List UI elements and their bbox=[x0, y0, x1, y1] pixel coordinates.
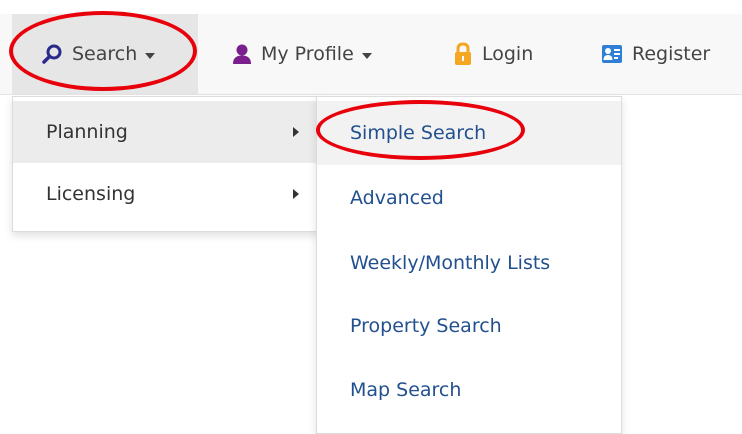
menu-item-licensing-label: Licensing bbox=[46, 183, 136, 205]
submenu-item-weekly-monthly-lists-label: Weekly/Monthly Lists bbox=[350, 252, 551, 274]
submenu-item-property-search-label: Property Search bbox=[350, 315, 502, 337]
submenu-item-advanced-label: Advanced bbox=[350, 187, 444, 209]
user-icon bbox=[232, 43, 252, 65]
my-profile-menu-button[interactable]: My Profile bbox=[232, 14, 372, 94]
login-link[interactable]: Login bbox=[453, 14, 533, 94]
search-menu-label: Search bbox=[72, 43, 138, 65]
chevron-down-icon bbox=[145, 52, 156, 59]
submenu-item-simple-search-label: Simple Search bbox=[350, 122, 487, 144]
search-icon bbox=[41, 43, 63, 65]
submenu-item-map-search[interactable]: Map Search bbox=[317, 358, 621, 422]
search-dropdown-menu: Planning Licensing bbox=[12, 96, 320, 232]
chevron-down-icon bbox=[361, 52, 372, 59]
login-label: Login bbox=[482, 43, 534, 65]
chevron-right-icon bbox=[293, 127, 299, 137]
submenu-item-advanced[interactable]: Advanced bbox=[317, 166, 621, 230]
submenu-item-map-search-label: Map Search bbox=[350, 379, 462, 401]
register-label: Register bbox=[632, 43, 711, 65]
navbar: Search My Profile Login Register bbox=[0, 14, 742, 95]
search-menu-button[interactable]: Search bbox=[12, 14, 198, 94]
submenu-item-property-search[interactable]: Property Search bbox=[317, 294, 621, 358]
menu-item-licensing[interactable]: Licensing bbox=[13, 163, 319, 225]
submenu-item-simple-search[interactable]: Simple Search bbox=[317, 101, 621, 165]
my-profile-menu-label: My Profile bbox=[261, 43, 354, 65]
register-icon bbox=[601, 44, 623, 64]
chevron-right-icon bbox=[293, 189, 299, 199]
menu-item-planning[interactable]: Planning bbox=[13, 101, 319, 163]
register-link[interactable]: Register bbox=[601, 14, 710, 94]
submenu-item-weekly-monthly-lists[interactable]: Weekly/Monthly Lists bbox=[317, 231, 621, 295]
menu-item-planning-label: Planning bbox=[46, 121, 128, 143]
lock-icon bbox=[453, 42, 473, 66]
planning-submenu: Simple Search Advanced Weekly/Monthly Li… bbox=[316, 96, 622, 434]
